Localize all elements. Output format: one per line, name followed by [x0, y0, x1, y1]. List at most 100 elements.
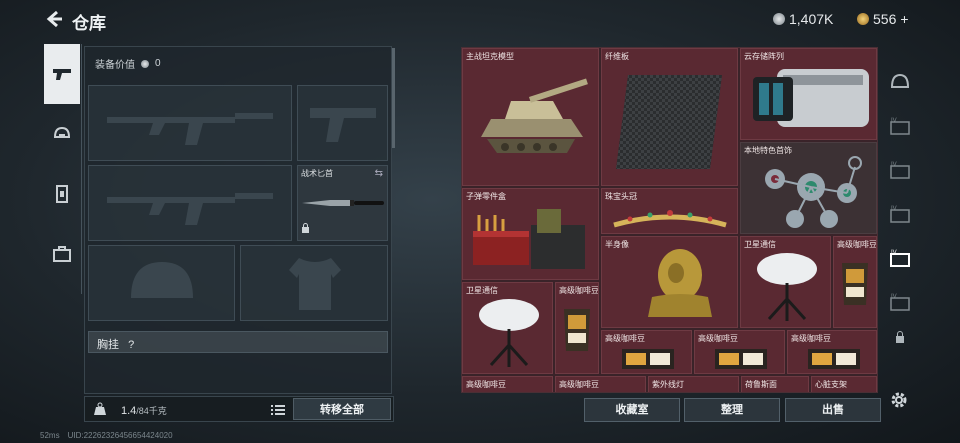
- secondary-weapon-slot[interactable]: [88, 165, 292, 241]
- item-cell[interactable]: 半身像: [601, 236, 738, 328]
- status-line: 52ms UID:2226232645665442402​0: [40, 431, 173, 440]
- item-label: 主战坦克模型: [466, 52, 514, 61]
- gold-amount: 556: [873, 11, 897, 27]
- storage-page-3[interactable]: IV: [884, 148, 916, 192]
- item-cell[interactable]: 子弹零件盒: [462, 188, 599, 280]
- top-bar: 仓库 1,407K 556 +: [0, 0, 960, 40]
- sell-button[interactable]: 出售: [785, 398, 881, 422]
- swap-icon[interactable]: ⇆: [375, 168, 383, 179]
- storage-box-icon: IV: [890, 294, 910, 311]
- tab-armor[interactable]: [44, 164, 80, 224]
- equipment-value-label: 装备价值: [95, 60, 135, 71]
- storage-box-icon: IV: [890, 206, 910, 223]
- storage-bar: 1.4/84千克 转移全部: [84, 396, 394, 422]
- locked-page: [884, 324, 916, 350]
- helmet-icon: [890, 73, 910, 88]
- tank-model-icon: [481, 78, 588, 153]
- item-cell[interactable]: 卫星通信: [462, 282, 553, 374]
- storage-page-4[interactable]: IV: [884, 192, 916, 236]
- coffee-box-icon: [808, 349, 860, 369]
- pistol-slot[interactable]: [297, 85, 388, 161]
- gear-icon[interactable]: [889, 390, 909, 415]
- silver-coin-icon: [773, 13, 785, 25]
- primary-weapon-slot[interactable]: [88, 85, 292, 161]
- item-label: 高级咖啡豆: [698, 334, 738, 343]
- satellite-dish-icon: [479, 299, 539, 367]
- item-label: 珠宝头冠: [605, 192, 637, 201]
- item-cell[interactable]: 本地特色首饰: [740, 142, 877, 234]
- item-cell[interactable]: 高级咖啡豆: [833, 236, 877, 328]
- back-arrow-icon[interactable]: [44, 9, 64, 29]
- item-label: 紫外线灯: [652, 380, 684, 389]
- equipment-value: 装备价值 0: [95, 56, 161, 71]
- item-cell[interactable]: 紫外线灯: [648, 376, 739, 392]
- item-label: 高级咖啡豆: [559, 286, 599, 295]
- item-cell[interactable]: 心脏支架: [811, 376, 877, 392]
- chest-rig-header[interactable]: 胸挂 ?: [88, 331, 388, 353]
- pistol-silhouette-icon: [310, 108, 376, 142]
- item-cell[interactable]: 主战坦克模型: [462, 48, 599, 186]
- item-cell[interactable]: 高级咖啡豆: [555, 376, 646, 392]
- lock-icon: [301, 220, 310, 238]
- equipment-scrollbar[interactable]: [392, 48, 395, 148]
- svg-text:IV: IV: [891, 162, 897, 168]
- collection-room-button[interactable]: 收藏室: [584, 398, 680, 422]
- ammo-parts-box-icon: [473, 209, 585, 269]
- uid-readout: UID:2226232645665442402​0: [67, 431, 173, 440]
- svg-text:IV: IV: [891, 294, 897, 300]
- gold-currency[interactable]: 556 +: [857, 11, 909, 27]
- organize-button[interactable]: 整理: [684, 398, 780, 422]
- fiberboard-icon: [616, 75, 722, 169]
- storage-box-icon: IV: [890, 118, 910, 135]
- gold-coin-icon: [857, 13, 869, 25]
- page-title: 仓库: [72, 14, 106, 33]
- silver-currency: 1,407K: [773, 11, 833, 27]
- add-gold-button[interactable]: +: [900, 11, 908, 27]
- item-cell[interactable]: 云存储阵列: [740, 48, 877, 140]
- weight-value: 1.4: [121, 405, 137, 417]
- transfer-all-button[interactable]: 转移全部: [293, 398, 391, 420]
- storage-page-1[interactable]: [884, 60, 916, 104]
- helmet-silhouette-icon: [131, 262, 193, 298]
- storage-grid: 主战坦克模型 纤维板 云存储阵列 本地特色首饰 子弹零件盒 珠宝头冠 半身像 卫…: [461, 47, 878, 393]
- armor-slot[interactable]: [240, 245, 388, 321]
- knife-slot-label: 战术匕首: [301, 169, 333, 178]
- helmet-slot[interactable]: [88, 245, 235, 321]
- equipment-category-tabs: [44, 44, 82, 294]
- tiara-icon: [613, 210, 727, 228]
- silver-coin-icon: [141, 59, 149, 68]
- storage-page-2[interactable]: IV: [884, 104, 916, 148]
- item-label: 荷鲁斯面: [745, 380, 777, 389]
- case-icon: [53, 246, 71, 262]
- silver-amount: 1,407K: [789, 11, 834, 27]
- knife-slot[interactable]: 战术匕首 ⇆: [297, 165, 388, 241]
- item-cell[interactable]: 纤维板: [601, 48, 738, 186]
- item-cell[interactable]: 高级咖啡豆: [462, 376, 553, 392]
- item-cell[interactable]: 高级咖啡豆: [694, 330, 785, 374]
- tab-backpack[interactable]: [44, 224, 80, 284]
- storage-page-6[interactable]: IV: [884, 280, 916, 324]
- help-icon[interactable]: ?: [128, 339, 134, 351]
- item-cell[interactable]: 珠宝头冠: [601, 188, 738, 234]
- item-label: 高级咖啡豆: [605, 334, 645, 343]
- rifle-silhouette-icon: [107, 113, 273, 145]
- item-cell[interactable]: 荷鲁斯面: [741, 376, 809, 392]
- item-cell[interactable]: 高级咖啡豆: [601, 330, 692, 374]
- vest-icon: [56, 185, 68, 203]
- weight-readout: 1.4/84千克: [121, 404, 167, 417]
- list-icon[interactable]: [271, 403, 285, 421]
- chest-rig-label: 胸挂: [97, 339, 119, 351]
- storage-page-5-active[interactable]: IV: [884, 236, 916, 280]
- item-label: 高级咖啡豆: [466, 380, 506, 389]
- tab-helmet[interactable]: [44, 104, 80, 164]
- weight-icon: [93, 402, 107, 421]
- item-cell[interactable]: 卫星通信: [740, 236, 831, 328]
- pistol-icon: [53, 69, 71, 80]
- helmet-icon: [53, 126, 71, 138]
- equipment-value-amount: 0: [155, 58, 161, 69]
- storage-box-icon: IV: [890, 250, 910, 267]
- item-cell[interactable]: 高级咖啡豆: [555, 282, 599, 374]
- item-cell[interactable]: 高级咖啡豆: [787, 330, 877, 374]
- coffee-box-icon: [622, 349, 674, 369]
- tab-weapons[interactable]: [44, 44, 80, 104]
